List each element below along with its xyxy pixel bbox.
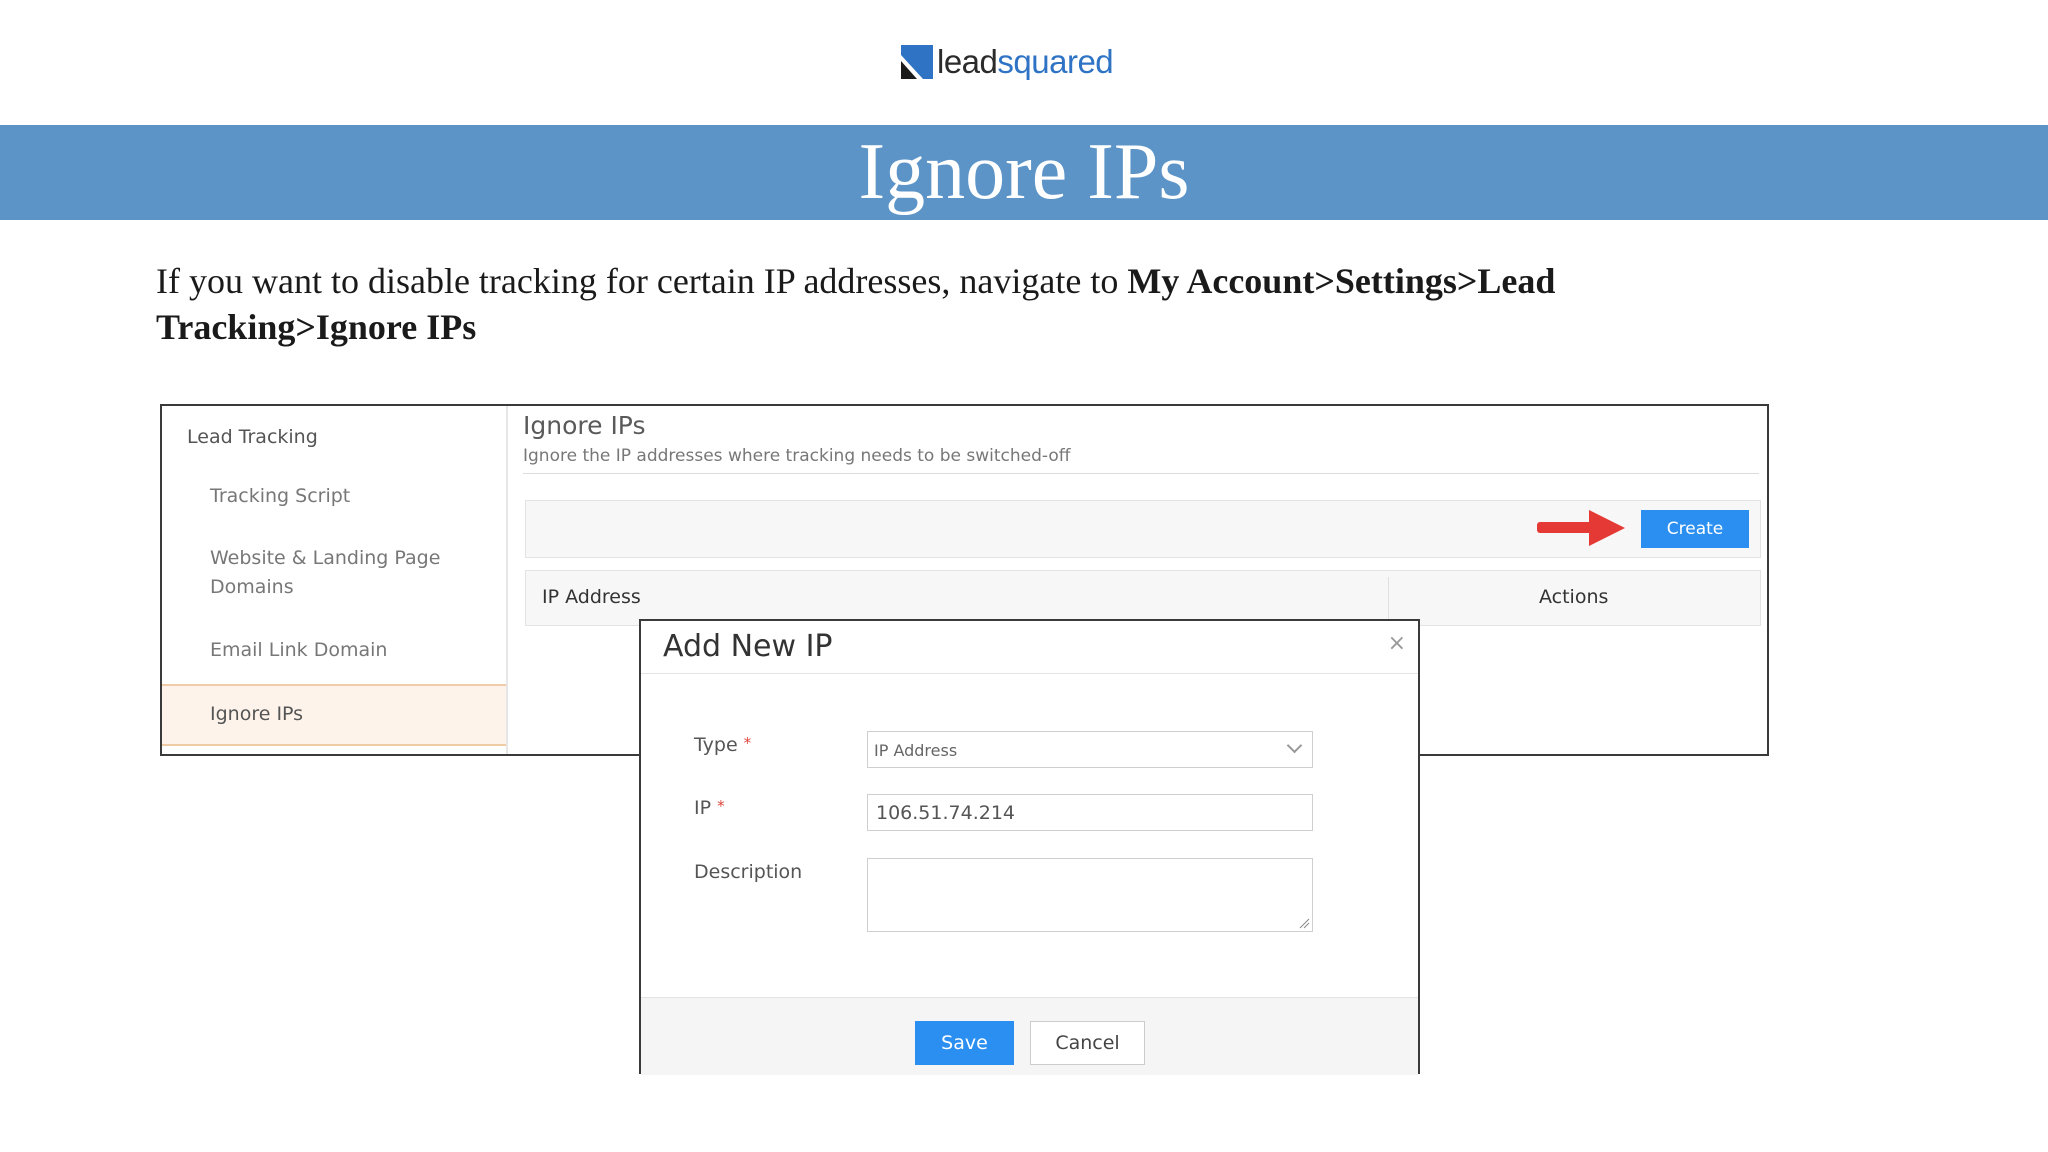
ip-label: IP * xyxy=(694,797,725,819)
resize-grip-icon[interactable] xyxy=(1298,917,1310,929)
title-banner: Ignore IPs xyxy=(0,125,2048,220)
modal-title: Add New IP xyxy=(663,629,833,664)
description-label: Description xyxy=(694,861,803,883)
sidebar-item-email-link-domain[interactable]: Email Link Domain xyxy=(210,636,387,665)
type-select-value: IP Address xyxy=(874,741,958,760)
type-label: Type * xyxy=(694,734,752,756)
modal-divider xyxy=(641,673,1418,674)
close-icon[interactable]: × xyxy=(1388,631,1406,656)
cancel-button[interactable]: Cancel xyxy=(1030,1021,1145,1065)
ip-input[interactable] xyxy=(867,794,1313,831)
page-subtitle: Ignore the IP addresses where tracking n… xyxy=(523,446,1071,466)
required-marker: * xyxy=(717,797,725,815)
page-title: Ignore IPs xyxy=(523,411,646,440)
logo-text-lead: lead xyxy=(937,43,998,80)
table-header: IP Address Actions xyxy=(525,570,1761,626)
red-arrow-icon xyxy=(1537,510,1625,546)
divider xyxy=(523,473,1759,474)
intro-paragraph: If you want to disable tracking for cert… xyxy=(156,258,1756,350)
column-header-actions: Actions xyxy=(1539,586,1609,608)
leadsquared-logo: leadsquared xyxy=(901,40,1114,84)
sidebar-item-ignore-ips[interactable]: Ignore IPs xyxy=(162,684,506,746)
slide-title: Ignore IPs xyxy=(858,127,1190,216)
sidebar-item-label: Ignore IPs xyxy=(210,703,304,725)
chevron-down-icon xyxy=(1286,737,1303,754)
column-header-ip-address[interactable]: IP Address xyxy=(542,586,641,608)
type-select[interactable]: IP Address xyxy=(867,731,1313,768)
sidebar-heading: Lead Tracking xyxy=(187,426,318,448)
logo-text-squared: squared xyxy=(997,43,1114,80)
settings-sidebar: Lead Tracking Tracking Script Website & … xyxy=(162,406,508,754)
create-button[interactable]: Create xyxy=(1641,510,1749,548)
sidebar-item-tracking-script[interactable]: Tracking Script xyxy=(210,482,350,511)
add-new-ip-modal: Add New IP × Type* IP Address IP* Descri… xyxy=(639,619,1420,1075)
intro-text: If you want to disable tracking for cert… xyxy=(156,261,1128,301)
column-divider xyxy=(1388,577,1389,621)
logo-mark-icon xyxy=(901,45,933,79)
save-button[interactable]: Save xyxy=(915,1021,1014,1065)
sidebar-item-website-domains[interactable]: Website & Landing Page Domains xyxy=(210,544,460,602)
description-textarea[interactable] xyxy=(867,858,1313,932)
modal-footer: Save Cancel xyxy=(641,997,1418,1075)
required-marker: * xyxy=(743,734,752,752)
